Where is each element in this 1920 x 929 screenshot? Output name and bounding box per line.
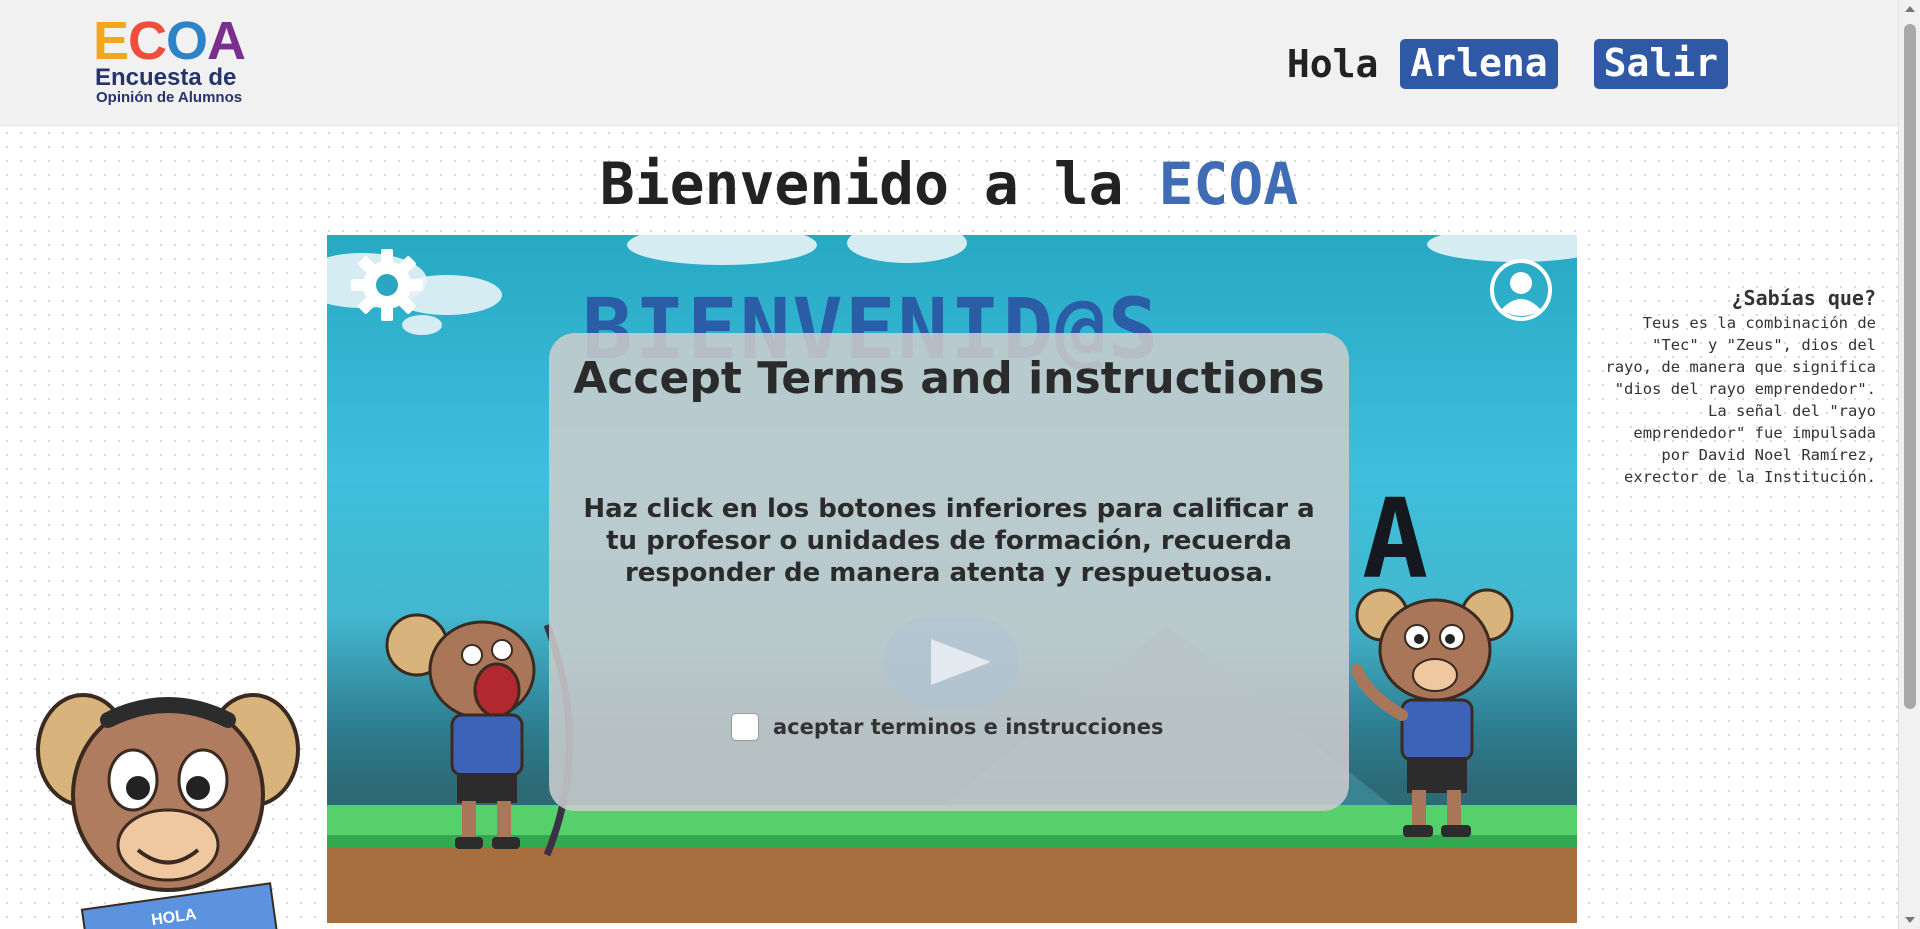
fun-fact-panel: ¿Sabías que? Teus es la combinación de "… — [1598, 286, 1876, 488]
accept-terms-label[interactable]: aceptar terminos e instrucciones — [773, 715, 1163, 739]
page-title-prefix: Bienvenido a la — [599, 150, 1124, 218]
logo-letter-a: A — [207, 11, 246, 71]
fun-fact-body: Teus es la combinación de "Tec" y "Zeus"… — [1605, 314, 1876, 486]
top-bar: ECOA Encuesta de Opinión de Alumnos Hola… — [0, 0, 1898, 126]
settings-button[interactable] — [347, 245, 427, 325]
game-canvas[interactable]: BIENVENID@S A Accept Terms and instructi… — [327, 235, 1577, 923]
play-icon — [931, 639, 991, 685]
page-title-highlight: ECOA — [1158, 150, 1299, 218]
logo-letter-c: C — [128, 11, 167, 71]
scroll-up-arrow-icon[interactable] — [1905, 6, 1915, 12]
logout-button[interactable]: Salir — [1593, 39, 1728, 89]
greeting-text: Hola — [1286, 42, 1379, 86]
user-name-button[interactable]: Arlena — [1400, 39, 1558, 89]
mascot-hola-image: HOLA — [36, 693, 300, 929]
page-title: Bienvenido a la ECOA — [0, 150, 1898, 218]
cloud — [847, 235, 967, 263]
modal-title: Accept Terms and instructions — [573, 353, 1325, 404]
profile-button[interactable] — [1489, 258, 1553, 322]
terms-modal: Accept Terms and instructions Haz click … — [549, 333, 1349, 811]
scrollbar-thumb[interactable] — [1904, 24, 1916, 709]
user-greeting: Hola Arlena Salir — [1287, 39, 1728, 89]
logo-letter-o: O — [166, 11, 208, 71]
gear-icon — [351, 249, 423, 321]
ecoa-logo[interactable]: ECOA Encuesta de Opinión de Alumnos — [93, 11, 263, 106]
cloud — [627, 235, 817, 265]
logo-letter-e: E — [93, 11, 129, 71]
logo-letters: ECOA — [93, 11, 263, 71]
user-icon — [1490, 259, 1552, 321]
page-scrollbar[interactable] — [1898, 0, 1920, 929]
play-button[interactable] — [883, 617, 1019, 707]
goat-mascot-character — [1351, 588, 1514, 837]
scroll-down-arrow-icon[interactable] — [1905, 917, 1915, 923]
modal-instructions: Haz click en los botones inferiores para… — [583, 494, 1315, 588]
accept-terms-row[interactable]: aceptar terminos e instrucciones — [731, 713, 1163, 741]
logo-subtitle-line2: Opinión de Alumnos — [96, 89, 243, 106]
fun-fact-title: ¿Sabías que? — [1731, 286, 1877, 310]
accept-terms-checkbox[interactable] — [731, 713, 759, 741]
